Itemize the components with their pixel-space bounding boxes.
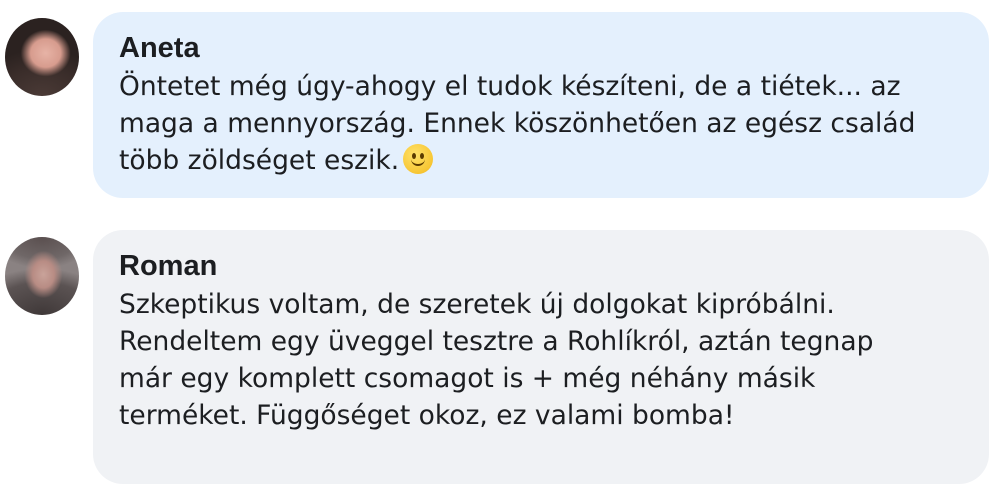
comment-bubble: Roman Szkeptikus voltam, de szeretek új … (93, 230, 989, 484)
comment-text-line-content: több zöldséget eszik. (119, 145, 400, 176)
slightly-smiling-face-icon (403, 144, 434, 174)
comment-text-line: Rendeltem egy üveggel tesztre a Rohlíkró… (119, 326, 874, 357)
comment-text-line: Szkeptikus voltam, de szeretek új dolgok… (119, 289, 835, 320)
comment-text-line-content: maga a mennyország. Ennek köszönhetően a… (119, 108, 916, 139)
comment-bubble: Aneta Öntetet még úgy-ahogy el tudok kés… (93, 12, 989, 198)
avatar[interactable] (5, 18, 79, 96)
comment-text-line: Öntetet még úgy-ahogy el tudok készíteni… (119, 71, 901, 102)
comment-author[interactable]: Aneta (119, 30, 963, 66)
comment-text-line: több zöldséget eszik. (119, 142, 963, 179)
comment-text: Öntetet még úgy-ahogy el tudok készíteni… (119, 68, 963, 179)
comment-text: Szkeptikus voltam, de szeretek új dolgok… (119, 286, 963, 434)
comment-text-line: maga a mennyország. Ennek köszönhetően a… (119, 105, 963, 142)
comment-text-line: terméket. Függőséget okoz, ez valami bom… (119, 400, 735, 431)
comment-text-line: már egy komplett csomagot is + még néhán… (119, 363, 816, 394)
comment-author[interactable]: Roman (119, 248, 963, 284)
avatar[interactable] (5, 237, 79, 315)
